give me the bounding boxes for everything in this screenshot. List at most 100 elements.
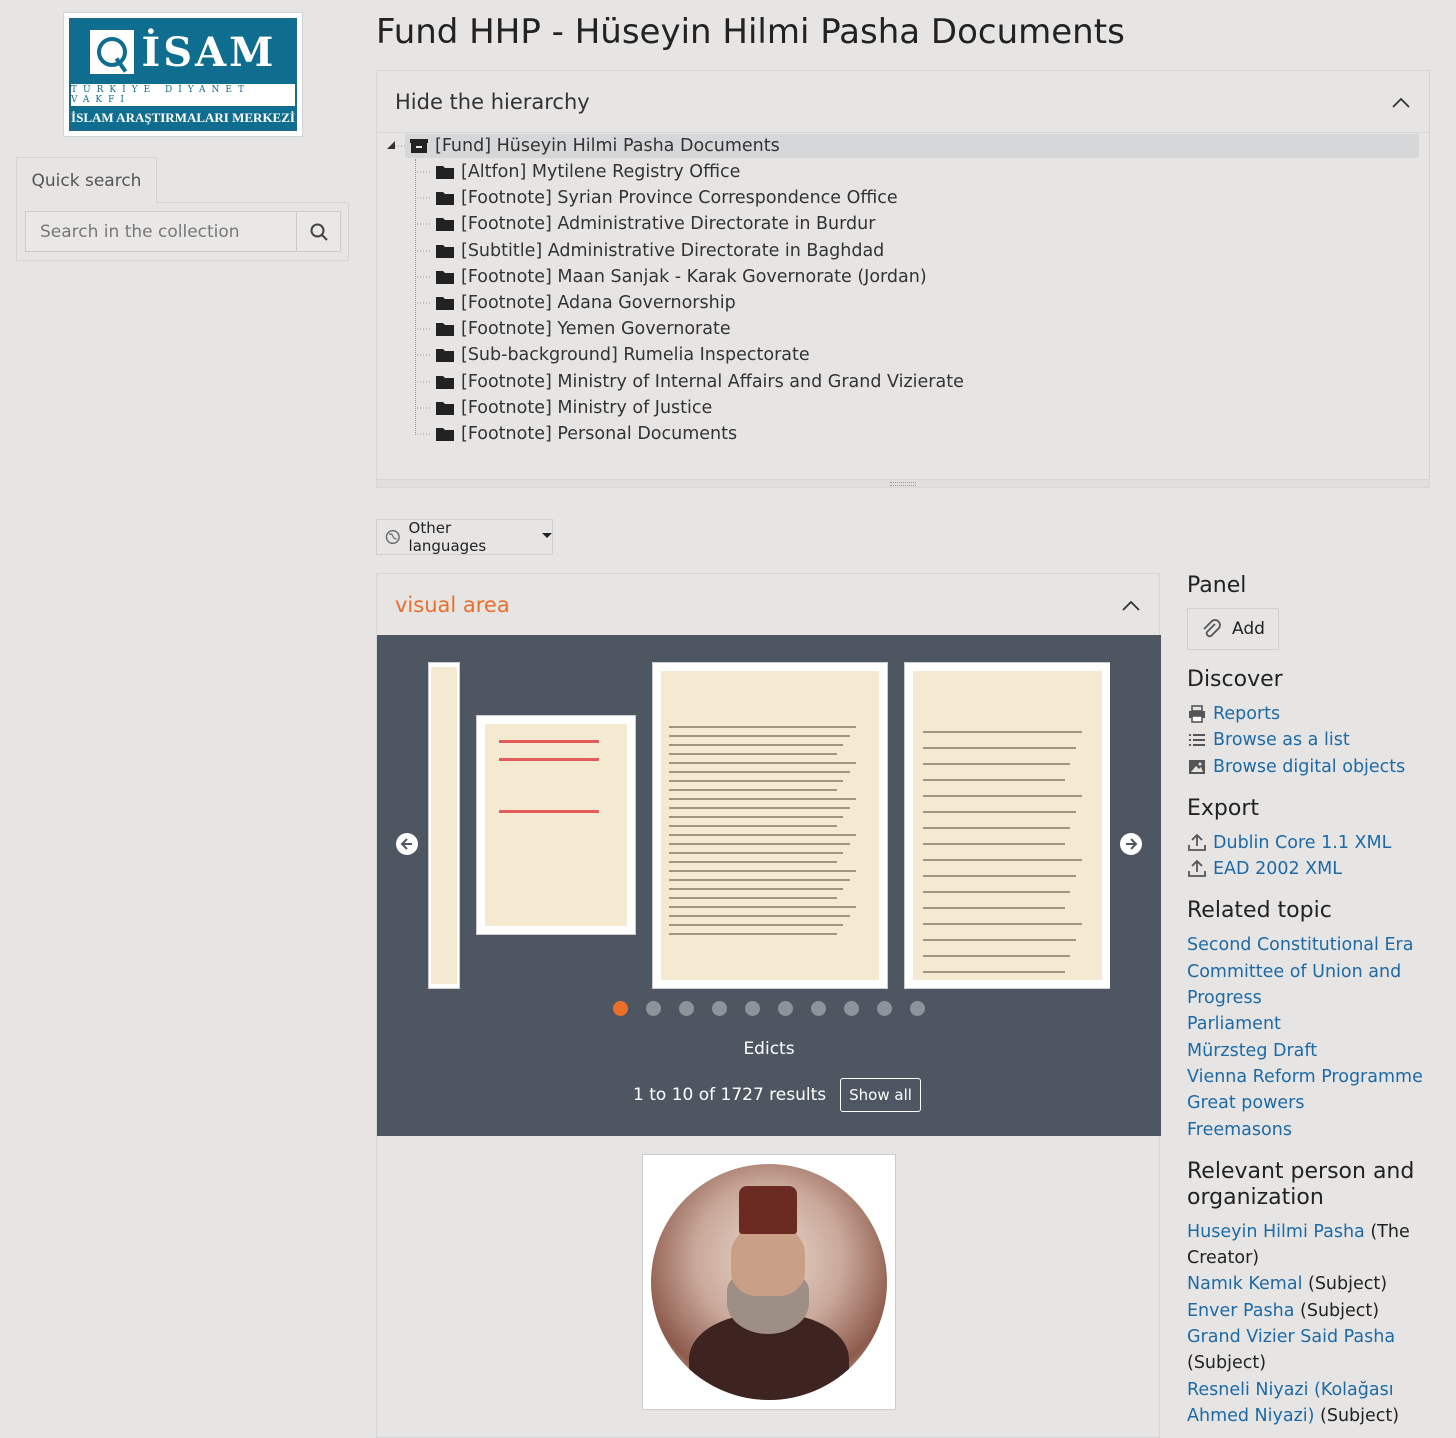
portrait-image[interactable] bbox=[642, 1154, 896, 1410]
relevant-person-heading: Relevant person and organization bbox=[1187, 1158, 1415, 1210]
tree-item[interactable]: [Sub-background] Rumelia Inspectorate bbox=[417, 342, 810, 368]
tree-item[interactable]: [Footnote] Adana Governorship bbox=[417, 290, 736, 316]
carousel-dot[interactable] bbox=[811, 1001, 826, 1016]
relevant-person-role: (Subject) bbox=[1302, 1274, 1388, 1295]
folder-icon bbox=[436, 218, 454, 232]
panel-heading: Panel bbox=[1187, 573, 1247, 598]
relevant-person-role: (Subject) bbox=[1314, 1405, 1400, 1426]
tree-item-root[interactable]: [Fund] Hüseyin Hilmi Pasha Documents bbox=[409, 133, 780, 159]
arrow-left-icon bbox=[400, 838, 412, 850]
relevant-person-role: (Subject) bbox=[1294, 1300, 1380, 1321]
relevant-person-item: Grand Vizier Said Pasha bbox=[1187, 1324, 1437, 1350]
tree-item[interactable]: [Footnote] Syrian Province Correspondenc… bbox=[417, 185, 898, 211]
visual-area-toggle[interactable]: visual area bbox=[377, 574, 1159, 635]
other-languages-dropdown[interactable]: Other languages bbox=[376, 519, 553, 555]
tree-item[interactable]: [Footnote] Maan Sanjak - Karak Governora… bbox=[417, 264, 927, 290]
tree-item[interactable]: [Footnote] Yemen Governorate bbox=[417, 316, 731, 342]
folder-icon bbox=[436, 428, 454, 441]
search-button[interactable] bbox=[296, 211, 341, 252]
relevant-person-link[interactable]: Resneli Niyazi (Kolağası bbox=[1187, 1380, 1394, 1400]
carousel-dot[interactable] bbox=[679, 1001, 694, 1016]
carousel-slide[interactable] bbox=[476, 715, 636, 935]
search-input[interactable]: Search in the collection bbox=[25, 211, 296, 252]
logo-emblem-icon bbox=[89, 30, 134, 74]
tree-item[interactable]: [Altfon] Mytilene Registry Office bbox=[417, 159, 740, 185]
carousel-dot[interactable] bbox=[910, 1001, 925, 1016]
related-topic-link[interactable]: Mürzsteg Draft bbox=[1187, 1038, 1437, 1064]
quick-search-tab[interactable]: Quick search bbox=[16, 157, 157, 203]
browse-digital-objects-label: Browse digital objects bbox=[1213, 756, 1406, 777]
carousel-dot[interactable] bbox=[613, 1001, 628, 1016]
carousel-dot[interactable] bbox=[712, 1001, 727, 1016]
relevant-person-item: Creator) bbox=[1187, 1245, 1437, 1271]
tree-item[interactable]: [Footnote] Ministry of Internal Affairs … bbox=[417, 369, 964, 395]
logo-word: İSAM bbox=[141, 28, 277, 76]
carousel-dot[interactable] bbox=[646, 1001, 661, 1016]
arrow-right-icon bbox=[1126, 838, 1138, 850]
hierarchy-toggle[interactable]: Hide the hierarchy bbox=[377, 71, 1429, 133]
tree-connector-stub bbox=[417, 302, 431, 304]
browse-list-link[interactable]: Browse as a list bbox=[1187, 727, 1437, 753]
chevron-up-icon[interactable] bbox=[1121, 596, 1141, 616]
carousel-dot[interactable] bbox=[844, 1001, 859, 1016]
logo-subtitle: TÜRKİYE DİYANET VAKFI bbox=[71, 85, 250, 105]
browse-digital-objects-link[interactable]: Browse digital objects bbox=[1187, 754, 1437, 780]
site-logo[interactable]: İSAM TÜRKİYE DİYANET VAKFI İSLAM ARAŞTIR… bbox=[63, 12, 303, 137]
tree-connector-stub bbox=[417, 328, 431, 330]
folder-icon bbox=[436, 244, 454, 258]
carousel-prev-button[interactable] bbox=[396, 833, 418, 855]
relevant-person-link[interactable]: Enver Pasha bbox=[1187, 1301, 1294, 1321]
carousel-slide[interactable] bbox=[904, 662, 1110, 989]
relevant-person-role: (The bbox=[1364, 1221, 1410, 1242]
related-topic-link[interactable]: Freemasons bbox=[1187, 1117, 1437, 1143]
caret-down-icon bbox=[542, 532, 552, 538]
relevant-person-link[interactable]: Namık Kemal bbox=[1187, 1274, 1302, 1294]
tree-item[interactable]: [Subtitle] Administrative Directorate in… bbox=[417, 238, 884, 264]
tree-item-label: [Altfon] Mytilene Registry Office bbox=[461, 162, 741, 182]
relevant-person-link[interactable]: Huseyin Hilmi Pasha bbox=[1187, 1222, 1365, 1242]
caret-down-icon[interactable] bbox=[385, 141, 405, 151]
tree-item[interactable]: [Footnote] Personal Documents bbox=[417, 421, 737, 447]
carousel-slide[interactable] bbox=[652, 662, 888, 989]
carousel-title: Edicts bbox=[743, 1039, 795, 1059]
related-topic-link[interactable]: Vienna Reform Programme bbox=[1187, 1064, 1437, 1090]
reports-link[interactable]: Reports bbox=[1187, 701, 1437, 727]
chevron-up-icon[interactable] bbox=[1391, 93, 1411, 113]
document-thumbnail bbox=[913, 671, 1102, 980]
related-topic-link[interactable]: Progress bbox=[1187, 985, 1437, 1011]
export-dublin-core-link[interactable]: Dublin Core 1.1 XML bbox=[1187, 830, 1437, 856]
tree-item-label: [Footnote] Administrative Directorate in… bbox=[461, 214, 876, 235]
add-label: Add bbox=[1232, 619, 1265, 639]
carousel-dot[interactable] bbox=[745, 1001, 760, 1016]
related-topic-link[interactable]: Great powers bbox=[1187, 1090, 1437, 1116]
relevant-person-link[interactable]: Grand Vizier Said Pasha bbox=[1187, 1327, 1395, 1347]
logo-org-name: İSLAM ARAŞTIRMALARI MERKEZİ bbox=[71, 106, 295, 129]
carousel-dot[interactable] bbox=[778, 1001, 793, 1016]
folder-icon bbox=[436, 270, 454, 284]
resize-handle[interactable] bbox=[377, 479, 1429, 487]
tree-item[interactable]: [Footnote] Ministry of Justice bbox=[417, 395, 712, 421]
upload-icon bbox=[1188, 860, 1206, 878]
carousel-next-button[interactable] bbox=[1120, 833, 1142, 855]
tree-item[interactable]: [Footnote] Administrative Directorate in… bbox=[417, 211, 875, 237]
related-topic-link[interactable]: Committee of Union and bbox=[1187, 959, 1437, 985]
related-topic-link[interactable]: Second Constitutional Era bbox=[1187, 932, 1437, 958]
tree-item-label: [Footnote] Personal Documents bbox=[461, 424, 738, 444]
relevant-person-link[interactable]: Ahmed Niyazi) bbox=[1187, 1406, 1314, 1426]
carousel-dot[interactable] bbox=[877, 1001, 892, 1016]
tree-item-label: [Footnote] Maan Sanjak - Karak Governora… bbox=[461, 266, 927, 287]
paperclip-icon bbox=[1203, 619, 1221, 638]
related-topic-link[interactable]: Parliament bbox=[1187, 1011, 1437, 1037]
globe-icon bbox=[385, 530, 400, 544]
relevant-person-item: Namık Kemal (Subject) bbox=[1187, 1271, 1437, 1297]
folder-icon bbox=[436, 323, 454, 337]
folder-icon bbox=[436, 297, 454, 310]
archive-box-icon bbox=[410, 139, 428, 153]
add-to-clipboard-button[interactable]: Add bbox=[1187, 608, 1279, 650]
carousel-slide[interactable] bbox=[428, 662, 460, 989]
show-all-button[interactable]: Show all bbox=[840, 1078, 921, 1112]
folder-icon bbox=[436, 401, 454, 415]
image-icon bbox=[1189, 759, 1205, 774]
export-ead-link[interactable]: EAD 2002 XML bbox=[1187, 856, 1437, 882]
tree-item-label: [Footnote] Yemen Governorate bbox=[461, 319, 731, 340]
